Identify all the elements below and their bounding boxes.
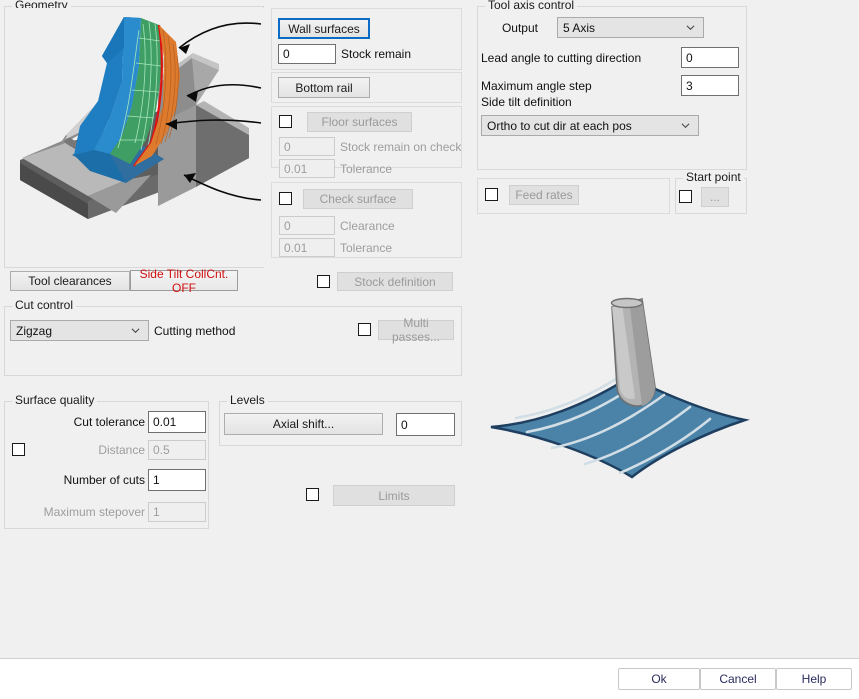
levels-group-label: Levels [227, 394, 268, 406]
side-tilt-definition-value: Ortho to cut dir at each pos [487, 118, 632, 133]
start-point-group-label: Start point [683, 171, 744, 183]
cut-tolerance-input[interactable]: 0.01 [148, 411, 206, 433]
tool-on-surface-preview [470, 255, 800, 495]
tool-axis-control-label: Tool axis control [485, 0, 578, 11]
chevron-down-icon [686, 24, 695, 30]
output-label: Output [501, 21, 538, 35]
surface-quality-group-label: Surface quality [12, 394, 98, 406]
floor-stock-remain-input[interactable]: 0 [279, 137, 335, 156]
side-tilt-collcnt-button[interactable]: Side Tilt CollCnt. OFF [130, 267, 238, 295]
cut-control-group-label: Cut control [12, 299, 77, 311]
tool-clearances-button[interactable]: Tool clearances [10, 271, 130, 291]
distance-checkbox[interactable] [12, 443, 25, 456]
floor-tolerance-label: Tolerance [340, 161, 393, 176]
distance-input[interactable]: 0.5 [148, 440, 206, 460]
lead-angle-input[interactable]: 0 [681, 47, 739, 68]
floor-tolerance-input[interactable]: 0.01 [279, 159, 335, 178]
geometry-group: Geometry [4, 0, 264, 268]
number-of-cuts-label: Number of cuts [63, 473, 145, 487]
number-of-cuts-input[interactable]: 1 [148, 469, 206, 491]
maximum-stepover-input[interactable]: 1 [148, 502, 206, 522]
floor-surfaces-button[interactable]: Floor surfaces [307, 112, 412, 132]
bottom-rail-button[interactable]: Bottom rail [278, 77, 370, 98]
wall-stock-remain-input[interactable]: 0 [278, 44, 336, 64]
limits-button[interactable]: Limits [333, 485, 455, 506]
ok-button[interactable]: Ok [618, 668, 700, 690]
distance-label: Distance [98, 443, 145, 457]
geometry-preview-image [6, 8, 264, 267]
check-clearance-input[interactable]: 0 [279, 216, 335, 235]
cutting-method-select[interactable]: Zigzag [10, 320, 149, 341]
cutting-method-value: Zigzag [16, 323, 53, 338]
help-button[interactable]: Help [776, 668, 852, 690]
multi-passes-checkbox[interactable] [358, 323, 371, 336]
axial-shift-input[interactable]: 0 [396, 413, 455, 436]
check-tolerance-label: Tolerance [340, 240, 393, 255]
stock-definition-button[interactable]: Stock definition [337, 272, 453, 291]
side-tilt-definition-select[interactable]: Ortho to cut dir at each pos [481, 115, 699, 136]
multi-passes-button[interactable]: Multi passes... [378, 316, 454, 344]
footer-bar: Ok Cancel Help [0, 658, 859, 699]
maximum-stepover-label: Maximum stepover [43, 505, 145, 519]
check-clearance-label: Clearance [340, 218, 395, 233]
lead-angle-label: Lead angle to cutting direction [481, 51, 642, 65]
wall-stock-remain-label: Stock remain [341, 47, 412, 61]
cut-tolerance-label: Cut tolerance [73, 415, 145, 429]
wall-surfaces-button[interactable]: Wall surfaces [278, 18, 370, 39]
check-surface-checkbox[interactable] [279, 192, 292, 205]
floor-stock-remain-label: Stock remain on check [340, 139, 462, 154]
output-value: 5 Axis [563, 20, 596, 35]
output-select[interactable]: 5 Axis [557, 17, 704, 38]
floor-surfaces-checkbox[interactable] [279, 115, 292, 128]
limits-checkbox[interactable] [306, 488, 319, 501]
stock-definition-checkbox[interactable] [317, 275, 330, 288]
chevron-down-icon [681, 122, 690, 128]
start-point-ellipsis-button[interactable]: ... [701, 187, 729, 207]
check-surface-button[interactable]: Check surface [303, 189, 413, 209]
feed-rates-checkbox[interactable] [485, 188, 498, 201]
side-tilt-definition-label: Side tilt definition [481, 95, 572, 109]
chevron-down-icon [131, 327, 140, 333]
check-tolerance-input[interactable]: 0.01 [279, 238, 335, 257]
cutting-method-label: Cutting method [154, 323, 236, 338]
cancel-button[interactable]: Cancel [700, 668, 776, 690]
feed-rates-button[interactable]: Feed rates [509, 185, 579, 205]
start-point-checkbox[interactable] [679, 190, 692, 203]
maximum-angle-step-input[interactable]: 3 [681, 75, 739, 96]
axial-shift-button[interactable]: Axial shift... [224, 413, 383, 435]
